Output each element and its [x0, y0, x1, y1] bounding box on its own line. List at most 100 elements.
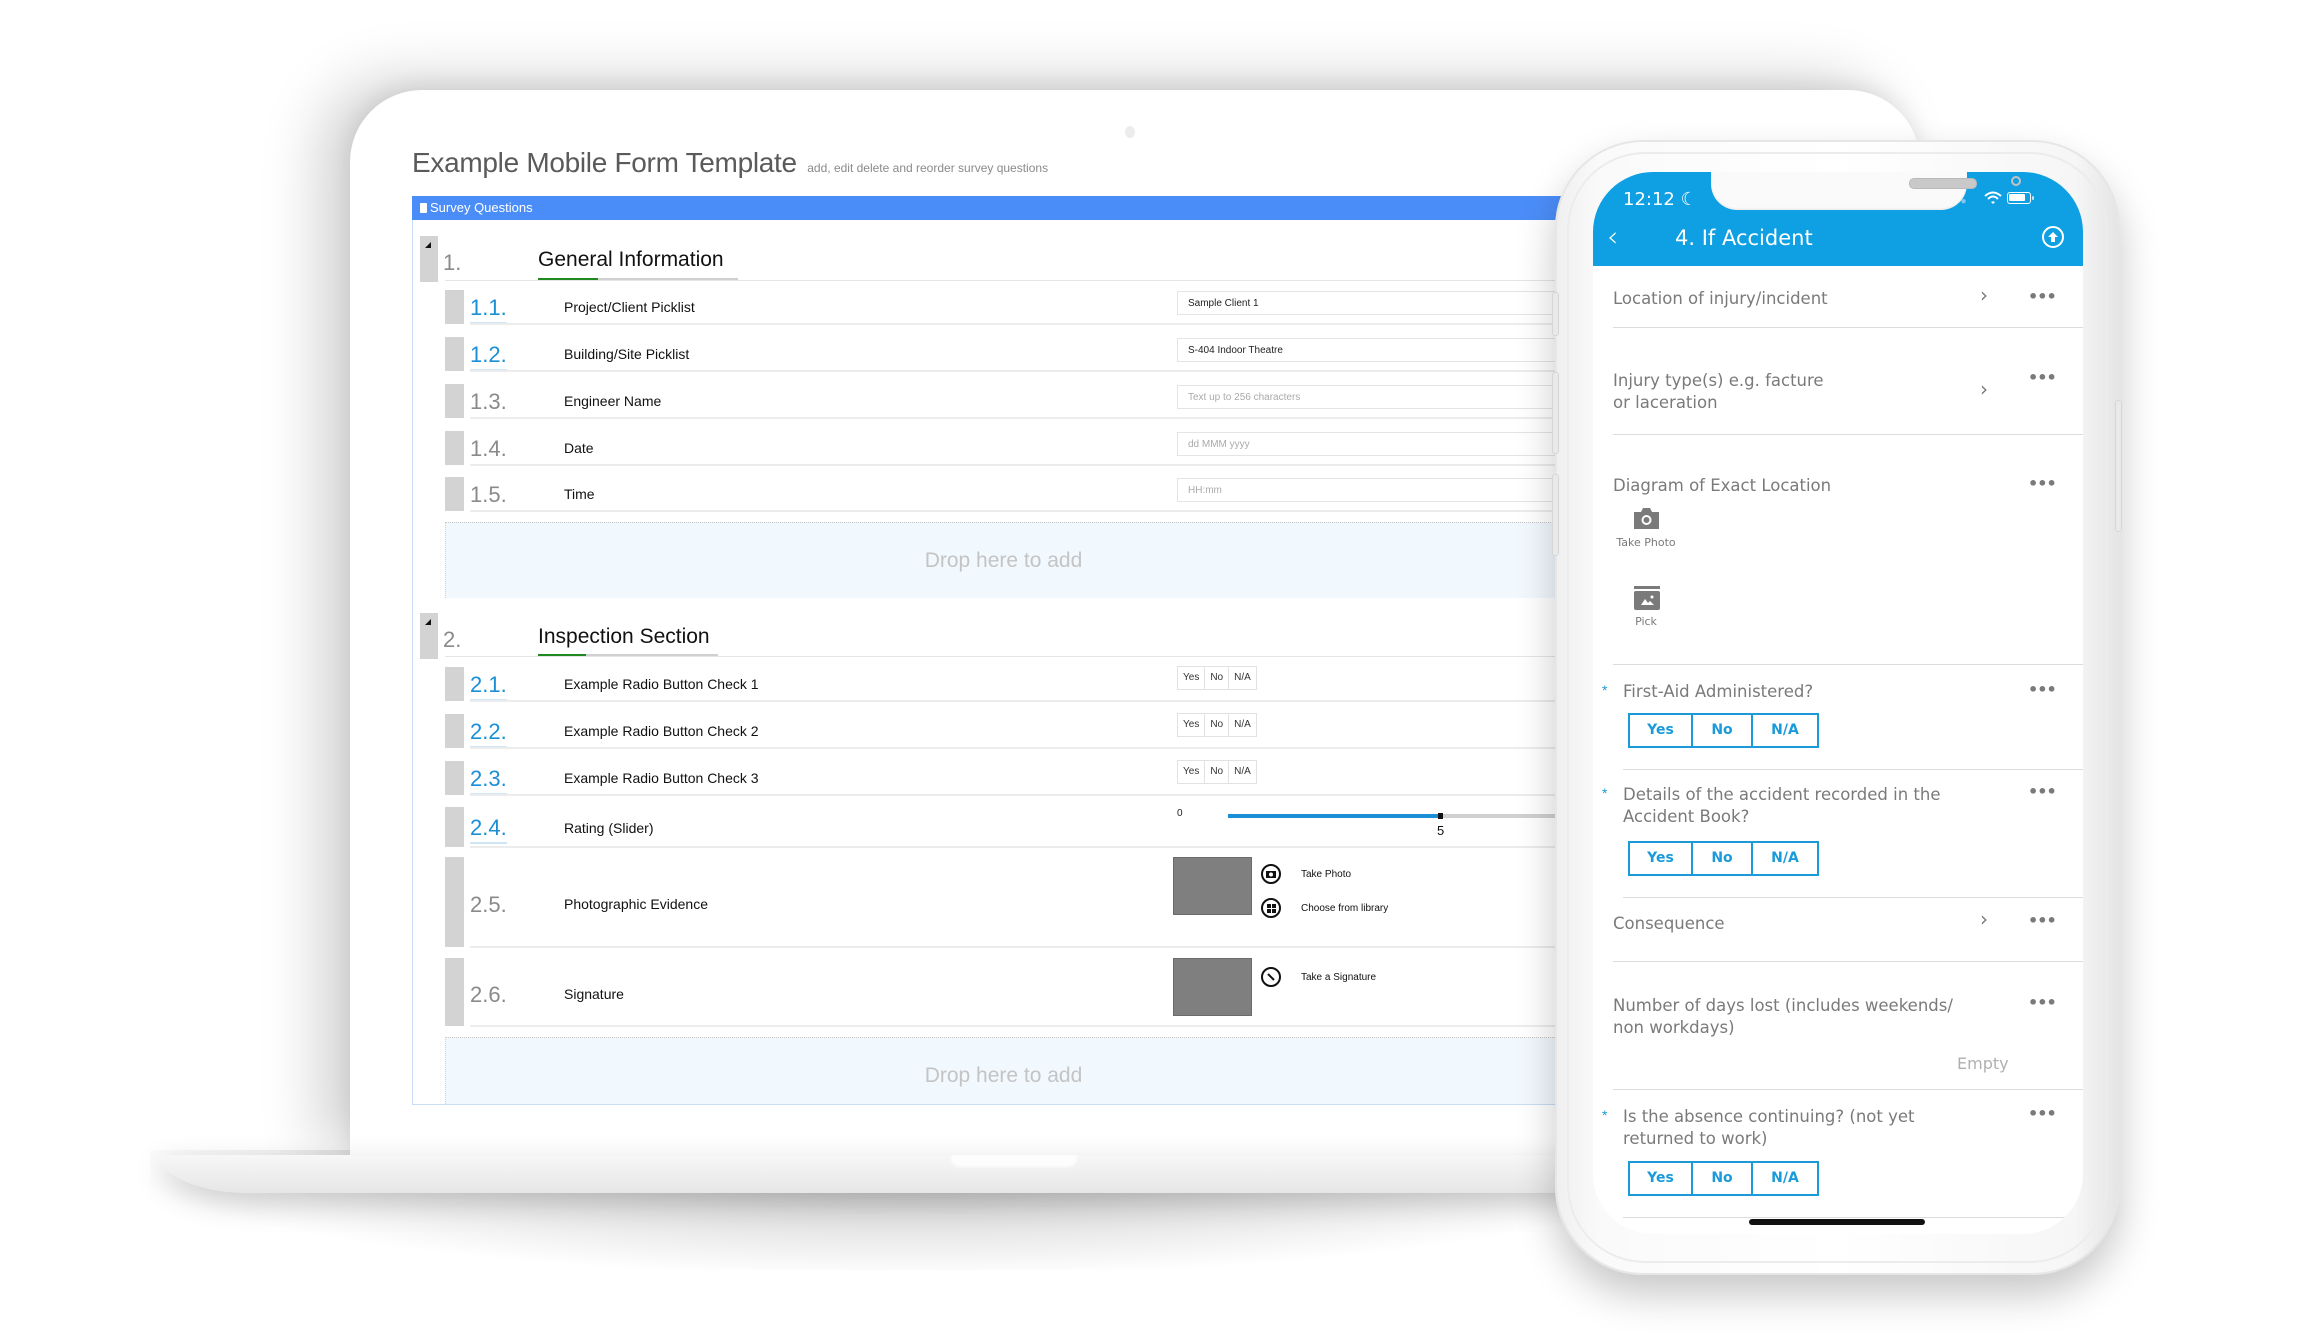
more-icon[interactable]: ••• [2028, 287, 2057, 306]
back-button[interactable]: ‹ [1607, 220, 1618, 253]
rating-slider[interactable] [1228, 813, 1560, 819]
pick-button[interactable]: Pick [1606, 615, 1686, 628]
option-na[interactable]: N/A [1229, 667, 1256, 689]
more-icon[interactable]: ••• [2028, 680, 2057, 699]
option-na[interactable]: N/A [1229, 714, 1256, 736]
question-drag-handle[interactable] [445, 290, 464, 324]
upload-button[interactable] [2042, 226, 2064, 248]
label-line: non workdays) [1613, 1018, 1735, 1037]
chevron-right-icon[interactable]: › [1980, 283, 1988, 307]
take-signature-button[interactable]: Take a Signature [1301, 972, 1376, 983]
option-na[interactable]: N/A [1753, 715, 1817, 746]
wifi-icon [1984, 191, 2002, 204]
camera-icon[interactable] [1261, 864, 1281, 884]
slider-thumb[interactable] [1438, 813, 1443, 819]
pen-icon[interactable] [1261, 967, 1281, 987]
question-drag-handle[interactable] [445, 384, 464, 418]
image-pick-icon[interactable] [1633, 586, 1661, 610]
drop-zone[interactable]: Drop here to add [445, 522, 1561, 598]
divider [1623, 1217, 2073, 1218]
option-yes[interactable]: Yes [1630, 1163, 1693, 1194]
days-lost-value[interactable]: Empty [1957, 1054, 2009, 1073]
field-consequence-label[interactable]: Consequence [1613, 913, 1725, 935]
option-no[interactable]: No [1693, 715, 1753, 746]
option-yes[interactable]: Yes [1178, 667, 1206, 689]
divider [445, 280, 1560, 281]
accident-book-radio-group: Yes No N/A [1628, 841, 1819, 876]
take-photo-button[interactable]: Take Photo [1301, 869, 1351, 880]
question-drag-handle[interactable] [445, 807, 464, 847]
form-subtitle: add, edit delete and reorder survey ques… [807, 161, 1049, 175]
question-number[interactable]: 2.5. [470, 892, 507, 918]
project-client-picklist[interactable]: Sample Client 1 [1177, 291, 1560, 315]
option-na[interactable]: N/A [1753, 843, 1817, 874]
divider [470, 510, 1560, 512]
phone-notch [1711, 172, 2021, 210]
option-na[interactable]: N/A [1229, 761, 1256, 783]
option-no[interactable]: No [1693, 843, 1753, 874]
question-number[interactable]: 1.3. [470, 389, 507, 415]
camera-icon[interactable] [1632, 507, 1661, 530]
engineer-name-input[interactable]: Text up to 256 characters [1177, 385, 1560, 409]
question-drag-handle[interactable] [445, 958, 464, 1026]
option-na[interactable]: N/A [1753, 1163, 1817, 1194]
divider [1613, 1089, 2083, 1090]
collapse-triangle-icon[interactable] [425, 242, 431, 248]
question-number[interactable]: 2.2. [470, 719, 507, 748]
more-icon[interactable]: ••• [2028, 368, 2057, 387]
question-number[interactable]: 1.2. [470, 342, 507, 371]
option-no[interactable]: No [1693, 1163, 1753, 1194]
field-injury-type-label[interactable]: Injury type(s) e.g. facture or laceration [1613, 370, 1824, 414]
required-marker: * [1602, 1107, 1608, 1123]
option-no[interactable]: No [1205, 714, 1230, 736]
section-drag-handle[interactable] [420, 236, 438, 282]
question-drag-handle[interactable] [445, 714, 464, 748]
home-indicator [1749, 1219, 1925, 1225]
option-yes[interactable]: Yes [1178, 761, 1206, 783]
option-no[interactable]: No [1205, 667, 1230, 689]
question-drag-handle[interactable] [445, 477, 464, 511]
question-label: Time [564, 486, 595, 502]
take-photo-button[interactable]: Take Photo [1606, 536, 1686, 549]
option-no[interactable]: No [1205, 761, 1230, 783]
question-number[interactable]: 1.5. [470, 482, 507, 508]
question-number[interactable]: 2.1. [470, 672, 507, 701]
more-icon[interactable]: ••• [2028, 1104, 2057, 1123]
section-drag-handle[interactable] [420, 613, 438, 659]
question-number[interactable]: 1.4. [470, 436, 507, 462]
chevron-right-icon[interactable]: › [1980, 377, 1988, 401]
label-line: or laceration [1613, 393, 1718, 412]
question-drag-handle[interactable] [445, 431, 464, 465]
radio-group: Yes No N/A [1177, 760, 1257, 784]
option-yes[interactable]: Yes [1630, 715, 1693, 746]
question-drag-handle[interactable] [445, 857, 464, 947]
date-input[interactable]: dd MMM yyyy [1177, 432, 1560, 456]
divider [470, 323, 1560, 325]
chevron-right-icon[interactable]: › [1980, 907, 1988, 931]
question-number[interactable]: 2.6. [470, 982, 507, 1008]
survey-questions-panel-header[interactable]: Survey Questions [412, 196, 1562, 220]
more-icon[interactable]: ••• [2028, 782, 2057, 801]
question-number[interactable]: 1.1. [470, 295, 507, 324]
more-icon[interactable]: ••• [2028, 993, 2057, 1012]
question-drag-handle[interactable] [445, 761, 464, 795]
field-days-lost-label: Number of days lost (includes weekends/n… [1613, 995, 1953, 1039]
option-yes[interactable]: Yes [1178, 714, 1206, 736]
question-drag-handle[interactable] [445, 337, 464, 371]
phone-screen: 12:12 ☾ ● ● ● ● ‹ 4. If Accident Locatio… [1593, 172, 2083, 1234]
more-icon[interactable]: ••• [2028, 911, 2057, 930]
time-input[interactable]: HH:mm [1177, 478, 1560, 502]
field-location-label[interactable]: Location of injury/incident [1613, 288, 1828, 310]
question-drag-handle[interactable] [445, 667, 464, 701]
label-line: returned to work) [1623, 1129, 1768, 1148]
collapse-triangle-icon[interactable] [425, 619, 431, 625]
question-number[interactable]: 2.4. [470, 815, 507, 844]
option-yes[interactable]: Yes [1630, 843, 1693, 874]
phone-power-button [2115, 400, 2122, 532]
choose-from-library-button[interactable]: Choose from library [1301, 903, 1388, 914]
question-number[interactable]: 2.3. [470, 766, 507, 795]
drop-zone[interactable]: Drop here to add [445, 1037, 1561, 1104]
library-icon[interactable] [1261, 898, 1281, 918]
building-site-picklist[interactable]: S-404 Indoor Theatre [1177, 338, 1560, 362]
more-icon[interactable]: ••• [2028, 474, 2057, 493]
